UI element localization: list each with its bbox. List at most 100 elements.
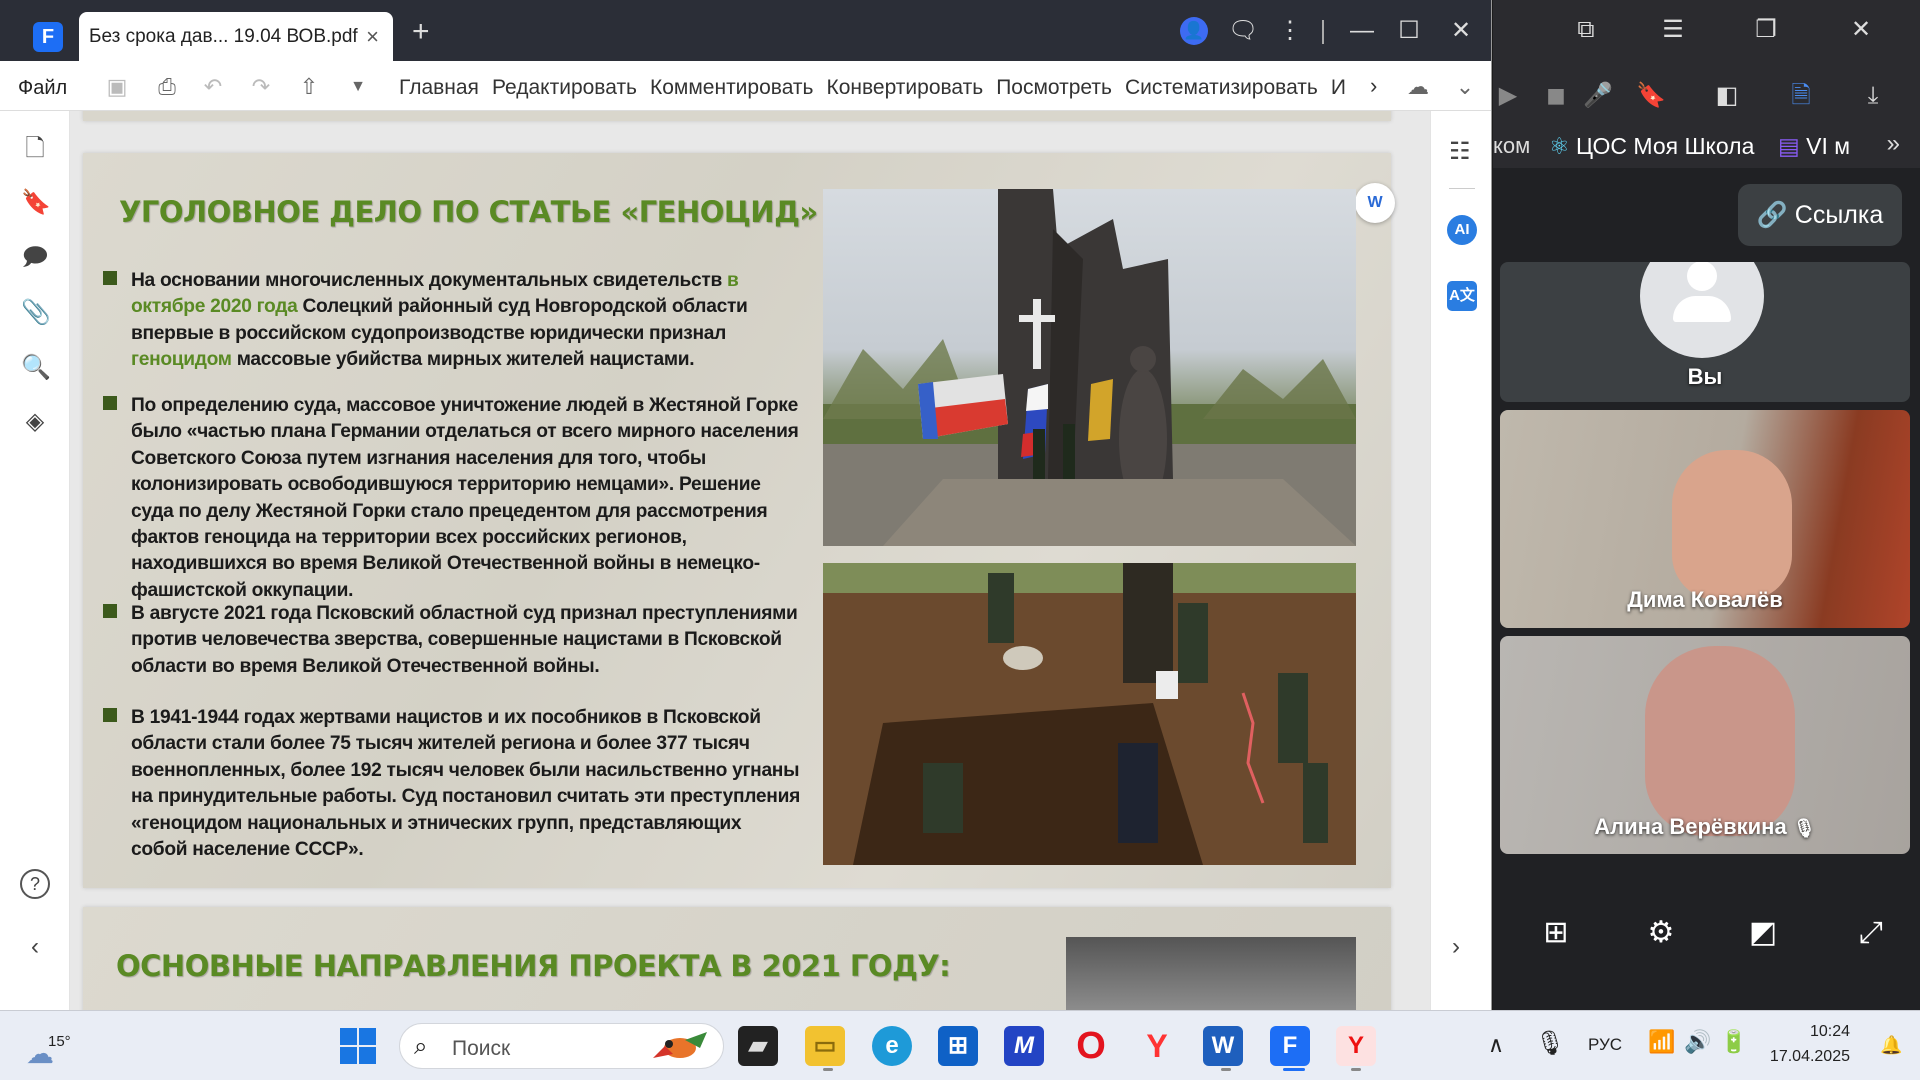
share-icon[interactable]: ⇧ — [296, 74, 322, 100]
restore-icon[interactable]: ❐ — [1751, 16, 1781, 44]
undo-icon[interactable]: ↶ — [200, 74, 226, 100]
bookmark-item[interactable]: ▤ VI м — [1778, 133, 1850, 160]
participant-tile-you[interactable]: Вы — [1500, 262, 1910, 402]
chevron-left-icon[interactable]: ‹ — [21, 933, 49, 961]
taskbar: ☁ 15° ⌕ Поиск ▰ ▭ e ⊞ M O Y W F Y ∧ 🎙 РУ… — [0, 1010, 1920, 1080]
picture-in-picture-icon[interactable]: ◩ — [1743, 913, 1783, 953]
search-placeholder: Поиск — [452, 1037, 511, 1060]
translate-icon[interactable]: A文 — [1447, 281, 1477, 311]
collections-icon[interactable]: ⧉ — [1571, 16, 1601, 44]
bullet-text: В августе 2021 года Псковский областной … — [131, 603, 798, 677]
save-icon[interactable]: ▣ — [104, 74, 130, 100]
layout-grid-icon[interactable]: ⊞ — [1536, 913, 1576, 953]
menu-tab-convert[interactable]: Конвертировать — [826, 76, 983, 100]
microsoft-store-icon[interactable]: ⊞ — [938, 1026, 978, 1066]
chevron-right-icon[interactable]: › — [1452, 933, 1460, 961]
feedback-icon[interactable]: 🗨 — [1228, 17, 1258, 45]
microphone-icon[interactable]: 🎤 — [1583, 82, 1613, 110]
close-tab-icon[interactable]: × — [366, 24, 379, 50]
wifi-icon[interactable]: 📶 — [1648, 1029, 1675, 1055]
menu-tab-view[interactable]: Посмотреть — [996, 76, 1112, 100]
more-options-icon[interactable]: ⋮ — [1276, 17, 1304, 45]
menu-tab-more[interactable]: И — [1331, 76, 1346, 100]
weather-widget[interactable]: ☁ 15° — [26, 1023, 86, 1071]
clock-time[interactable]: 10:24 — [1760, 1023, 1850, 1041]
menu-icon[interactable]: ☰ — [1658, 16, 1688, 44]
clock-date[interactable]: 17.04.2025 — [1760, 1048, 1850, 1066]
close-icon[interactable]: ✕ — [1846, 16, 1876, 44]
page-icon[interactable]: 🗋 — [21, 135, 49, 163]
pdf-editor-app-icon[interactable]: F — [1270, 1026, 1310, 1066]
attachment-icon[interactable]: 📎 — [21, 299, 51, 327]
new-tab-button[interactable]: + — [412, 17, 430, 47]
menu-tab-home[interactable]: Главная — [399, 76, 479, 100]
chevron-right-icon[interactable]: › — [1370, 73, 1377, 99]
help-icon[interactable]: ? — [20, 869, 50, 899]
bullet-text: По определению суда, массовое уничтожени… — [131, 395, 799, 601]
bookmark-label: VI м — [1806, 133, 1851, 159]
terminal-app-icon[interactable]: ▰ — [738, 1026, 778, 1066]
bookmark-item[interactable]: ⚛ ЦОС Моя Школа — [1549, 133, 1754, 160]
title-bar: F Без срока дав... 19.04 ВОВ.pdf × + 👤 🗨… — [0, 0, 1491, 61]
ai-assistant-icon[interactable]: AI — [1447, 215, 1477, 245]
layers-icon[interactable]: ◈ — [21, 408, 49, 436]
input-language[interactable]: РУС — [1588, 1035, 1622, 1055]
file-explorer-icon[interactable]: ▭ — [805, 1026, 845, 1066]
tray-overflow-icon[interactable]: ∧ — [1488, 1032, 1504, 1058]
yandex-icon[interactable]: Y — [1137, 1026, 1177, 1066]
running-indicator — [823, 1068, 833, 1071]
maximize-icon[interactable]: ☐ — [1395, 17, 1423, 45]
convert-to-word-icon[interactable]: W — [1355, 183, 1395, 223]
video-icon[interactable]: ▶ — [1493, 82, 1523, 110]
document-canvas[interactable]: W УГОЛОВНОЕ ДЕЛО ПО СТАТЬЕ «ГЕНОЦИД» На … — [70, 111, 1430, 1010]
cloud-upload-icon[interactable]: ☁ — [1405, 74, 1431, 100]
participant-name: Алина Верёвкина — [1594, 814, 1787, 839]
settings-gear-icon[interactable]: ⚙ — [1641, 913, 1681, 953]
menu-tab-comment[interactable]: Комментировать — [650, 76, 813, 100]
search-icon[interactable]: 🔍 — [21, 354, 51, 382]
notifications-icon[interactable]: 🔔 — [1880, 1035, 1902, 1056]
fullscreen-icon[interactable]: ⤢ — [1851, 913, 1891, 953]
account-icon[interactable]: 👤 — [1180, 17, 1208, 45]
minimize-icon[interactable]: — — [1348, 17, 1376, 45]
extensions-icon[interactable]: ◧ — [1712, 82, 1742, 110]
collapse-ribbon-icon[interactable]: ⌄ — [1452, 74, 1478, 100]
document-tab[interactable]: Без срока дав... 19.04 ВОВ.pdf × — [79, 12, 393, 61]
redo-icon[interactable]: ↷ — [248, 74, 274, 100]
participant-video — [1645, 646, 1795, 836]
link-button-label: Ссылка — [1794, 201, 1884, 229]
volume-icon[interactable]: 🔊 — [1684, 1029, 1711, 1055]
chevron-down-icon[interactable]: ▼ — [345, 74, 371, 100]
memorial-photo-drawing — [823, 189, 1356, 546]
comment-icon[interactable]: 🗩 — [21, 244, 49, 272]
taskbar-search[interactable]: ⌕ Поиск — [399, 1023, 724, 1069]
pdf-extension-icon[interactable]: 🗎 — [1786, 82, 1816, 110]
participant-tile-alina[interactable]: Алина Верёвкина 🎙 — [1500, 636, 1910, 854]
word-app-icon[interactable]: W — [1203, 1026, 1243, 1066]
link-icon: 🔗 — [1756, 201, 1788, 229]
start-button[interactable] — [338, 1026, 378, 1066]
math-app-icon[interactable]: M — [1004, 1026, 1044, 1066]
right-sidebar: ☷ AI A文 › — [1430, 111, 1491, 1010]
participant-name: Вы — [1687, 364, 1723, 389]
menu-tab-organize[interactable]: Систематизировать — [1125, 76, 1318, 100]
bookmark-item[interactable]: ком — [1493, 133, 1530, 159]
opera-browser-icon[interactable]: O — [1071, 1026, 1111, 1066]
battery-icon[interactable]: 🔋 — [1720, 1029, 1747, 1055]
bookmark-icon[interactable]: 🔖 — [1636, 82, 1666, 110]
camera-icon[interactable]: ◼ — [1541, 82, 1571, 110]
menu-tab-edit[interactable]: Редактировать — [492, 76, 637, 100]
microphone-icon[interactable]: 🎙 — [1535, 1029, 1565, 1058]
properties-sliders-icon[interactable]: ☷ — [1449, 137, 1471, 166]
edge-browser-icon[interactable]: e — [872, 1026, 912, 1066]
link-button[interactable]: 🔗 Ссылка — [1738, 184, 1902, 246]
bullet-text-part: массовые убийства мирных жителей нациста… — [231, 349, 695, 371]
participant-tile-dima[interactable]: Дима Ковалёв — [1500, 410, 1910, 628]
download-icon[interactable]: ⤓ — [1858, 82, 1888, 110]
menu-file[interactable]: Файл — [18, 77, 67, 100]
bookmark-icon[interactable]: 🔖 — [21, 189, 51, 217]
close-window-icon[interactable]: ✕ — [1447, 17, 1475, 45]
bookmarks-more-icon[interactable]: » — [1887, 130, 1900, 158]
yandex-browser-icon[interactable]: Y — [1336, 1026, 1376, 1066]
print-icon[interactable]: ⎙ — [154, 74, 180, 100]
